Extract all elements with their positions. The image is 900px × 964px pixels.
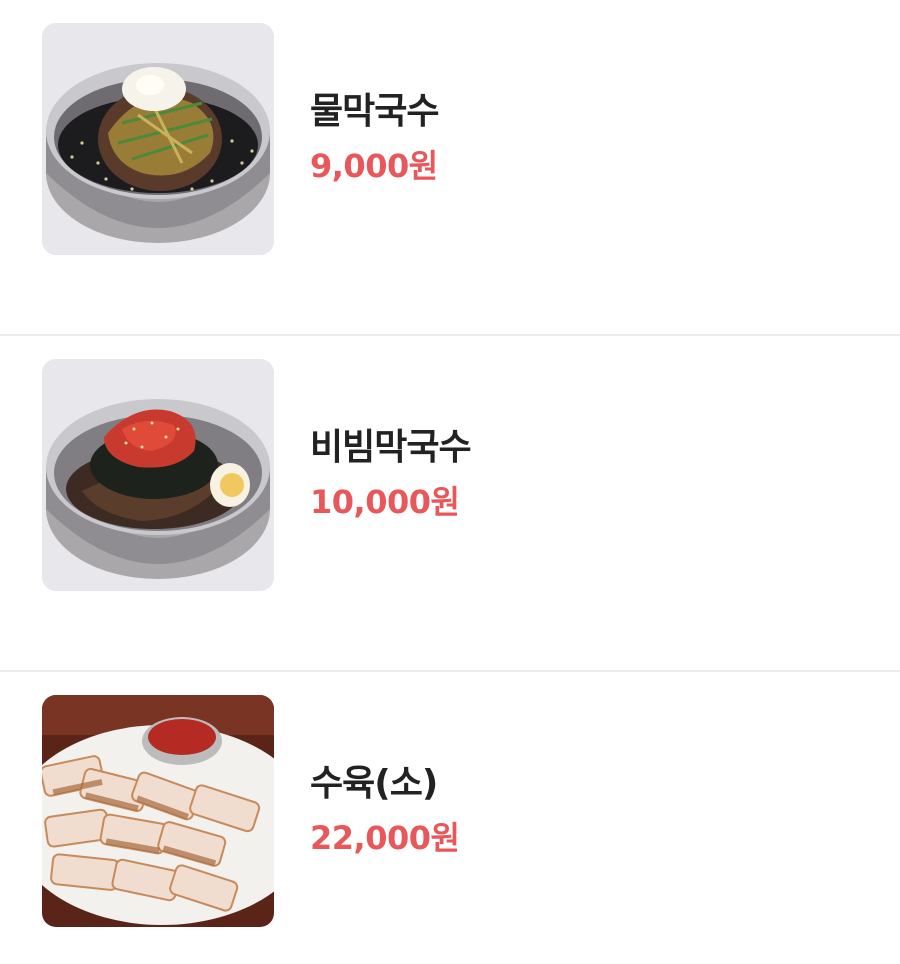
menu-item-mul-makguksu[interactable]: 물막국수 9,000원 bbox=[0, 0, 900, 336]
menu-item-price: 10,000원 bbox=[310, 483, 460, 521]
menu-item-name: 비빔막국수 bbox=[310, 427, 472, 468]
boiled-pork-slices-image bbox=[42, 695, 274, 927]
menu-item-price: 22,000원 bbox=[310, 819, 460, 857]
menu-item-price: 9,000원 bbox=[310, 147, 438, 185]
menu-item-name: 수육(소) bbox=[310, 763, 438, 804]
menu-item-name: 물막국수 bbox=[310, 91, 439, 132]
menu-list: 물막국수 9,000원 비빔막국수 10,000원 수육(소) 22,000원 bbox=[0, 0, 900, 964]
spicy-buckwheat-noodle-image bbox=[42, 359, 274, 591]
menu-item-photo[interactable] bbox=[42, 359, 274, 591]
menu-item-photo[interactable] bbox=[42, 695, 274, 927]
menu-item-info: 수육(소) 22,000원 bbox=[310, 762, 460, 858]
cold-buckwheat-noodle-soup-image bbox=[42, 23, 274, 255]
menu-item-bibim-makguksu[interactable]: 비빔막국수 10,000원 bbox=[0, 336, 900, 672]
menu-item-photo[interactable] bbox=[42, 23, 274, 255]
menu-item-info: 비빔막국수 10,000원 bbox=[310, 426, 472, 522]
menu-item-suyuk-small[interactable]: 수육(소) 22,000원 bbox=[0, 672, 900, 964]
menu-item-info: 물막국수 9,000원 bbox=[310, 90, 439, 186]
